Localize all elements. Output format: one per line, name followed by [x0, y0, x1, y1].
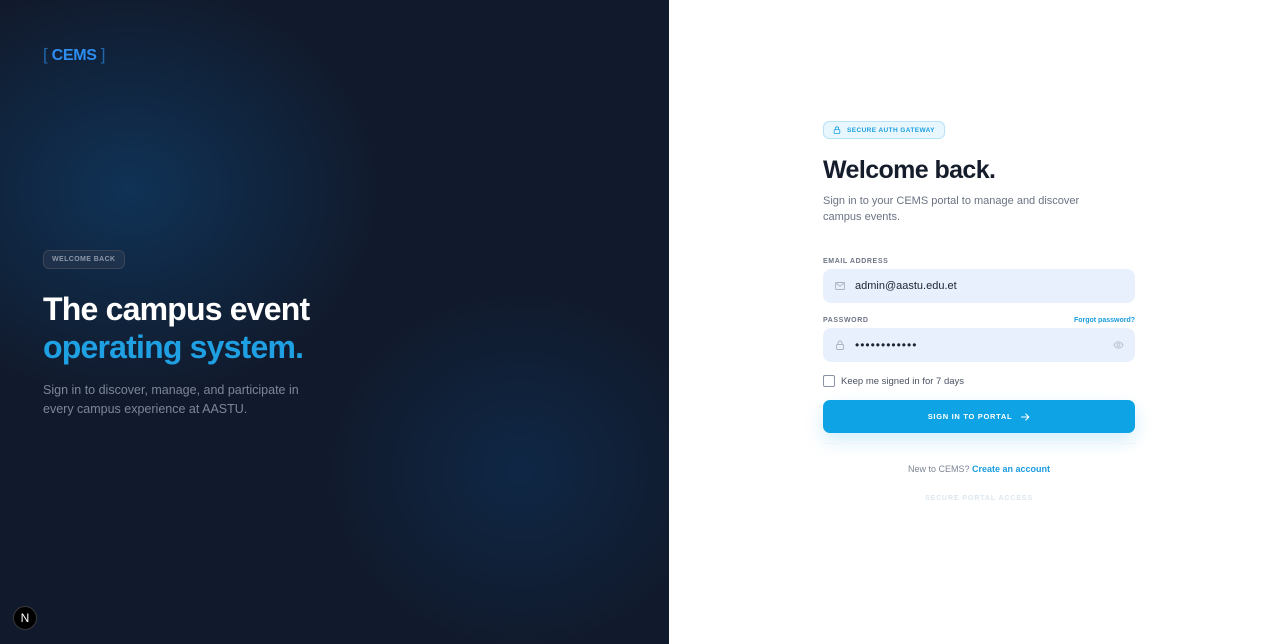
- lock-icon: [835, 340, 845, 350]
- brand-panel: [ CEMS ] WELCOME BACK The campus event o…: [0, 0, 669, 644]
- sign-in-button[interactable]: SIGN IN TO PORTAL: [823, 400, 1135, 433]
- login-page: [ CEMS ] WELCOME BACK The campus event o…: [0, 0, 1280, 644]
- email-label: EMAIL ADDRESS: [823, 258, 889, 265]
- hero-subtitle: Sign in to discover, manage, and partici…: [43, 383, 299, 416]
- divider: [823, 443, 1135, 444]
- eye-icon[interactable]: [1113, 340, 1124, 350]
- hero-heading: The campus event operating system.: [43, 290, 310, 366]
- remember-me-label[interactable]: Keep me signed in for 7 days: [841, 376, 964, 387]
- logo-bracket-left: [: [43, 45, 48, 64]
- password-field[interactable]: [855, 338, 1095, 352]
- logo-text: CEMS: [51, 47, 97, 64]
- auth-panel: SECURE AUTH GATEWAY Welcome back. Sign i…: [669, 0, 1280, 644]
- cems-logo[interactable]: [ CEMS ]: [43, 45, 106, 65]
- password-label: PASSWORD: [823, 317, 869, 324]
- hero-line-1: The campus event: [43, 291, 310, 327]
- welcome-back-badge: WELCOME BACK: [43, 250, 125, 269]
- signup-prompt-text: New to CEMS?: [907, 464, 970, 474]
- create-account-link[interactable]: Create an account: [972, 464, 1050, 474]
- email-field-wrapper: [823, 269, 1135, 303]
- password-label-row: PASSWORD Forgot password?: [823, 317, 1135, 324]
- remember-me-checkbox[interactable]: [823, 375, 835, 387]
- email-label-row: EMAIL ADDRESS: [823, 258, 1135, 265]
- email-field[interactable]: [855, 280, 1095, 292]
- password-field-wrapper: [823, 328, 1135, 362]
- secure-auth-badge: SECURE AUTH GATEWAY: [823, 121, 945, 139]
- secure-auth-badge-label: SECURE AUTH GATEWAY: [847, 126, 935, 134]
- login-form: SECURE AUTH GATEWAY Welcome back. Sign i…: [823, 121, 1135, 502]
- arrow-right-icon: [1021, 412, 1030, 421]
- lock-icon: [833, 126, 841, 134]
- remember-me-row: Keep me signed in for 7 days: [823, 375, 1135, 387]
- secure-portal-note: SECURE PORTAL ACCESS: [924, 495, 1034, 502]
- nextjs-dev-indicator[interactable]: N: [13, 606, 37, 630]
- hero-line-2: operating system.: [43, 329, 304, 365]
- page-description: Sign in to your CEMS portal to manage an…: [823, 195, 1080, 223]
- logo-bracket-right: ]: [100, 45, 106, 64]
- page-title: Welcome back.: [823, 156, 996, 184]
- mail-icon: [835, 281, 845, 291]
- forgot-password-link[interactable]: Forgot password?: [1074, 317, 1135, 324]
- sign-in-button-label: SIGN IN TO PORTAL: [927, 412, 1013, 421]
- signup-prompt: New to CEMS? Create an account: [823, 464, 1135, 474]
